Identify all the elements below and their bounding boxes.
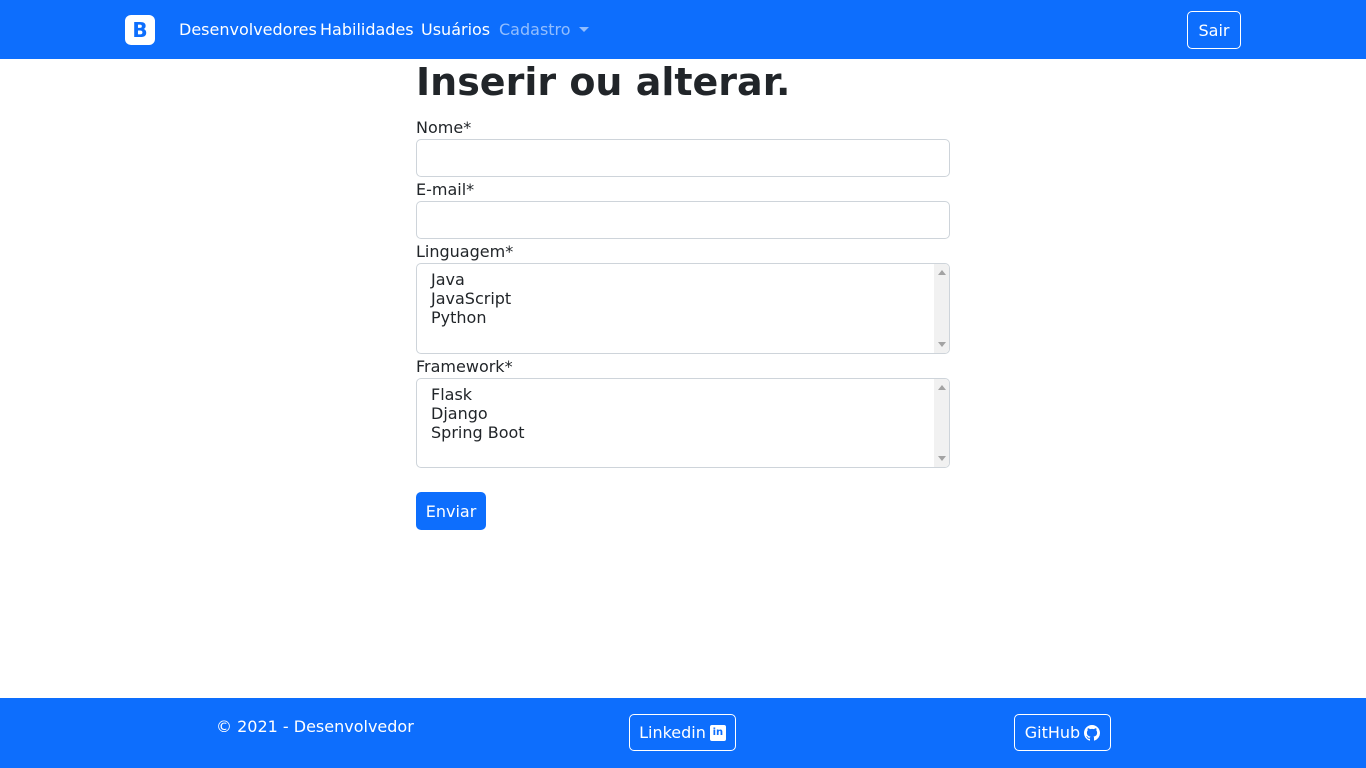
nav-link-usuarios[interactable]: Usuários	[421, 20, 490, 39]
nav-link-habilidades[interactable]: Habilidades	[320, 20, 414, 39]
email-field[interactable]	[416, 201, 950, 239]
page-title: Inserir ou alterar.	[416, 60, 791, 104]
framework-option-django[interactable]: Django	[417, 404, 949, 423]
framework-option-flask[interactable]: Flask	[417, 385, 949, 404]
linkedin-icon: in	[709, 724, 726, 741]
scroll-up-icon[interactable]	[938, 270, 946, 275]
github-icon	[1084, 724, 1101, 741]
framework-scrollbar[interactable]	[934, 379, 949, 467]
language-scrollbar[interactable]	[934, 264, 949, 353]
name-label: Nome*	[416, 118, 472, 137]
github-button[interactable]: GitHub	[1014, 714, 1111, 751]
submit-button[interactable]: Enviar	[416, 492, 486, 530]
scroll-down-icon[interactable]	[938, 342, 946, 347]
scroll-up-icon[interactable]	[938, 385, 946, 390]
framework-option-spring-boot[interactable]: Spring Boot	[417, 423, 949, 442]
caret-down-icon	[578, 27, 589, 32]
email-label: E-mail*	[416, 180, 475, 199]
brand-logo[interactable]: B	[125, 15, 155, 45]
nav-dropdown-cadastro[interactable]: Cadastro	[499, 20, 589, 39]
github-label: GitHub	[1024, 723, 1081, 742]
copyright-text: © 2021 - Desenvolvedor	[216, 717, 414, 736]
language-select[interactable]: Java JavaScript Python	[416, 263, 950, 354]
name-field[interactable]	[416, 139, 950, 177]
navbar: B Desenvolvedores Habilidades Usuários C…	[0, 0, 1366, 59]
language-option-java[interactable]: Java	[417, 270, 949, 289]
linkedin-label: Linkedin	[639, 723, 706, 742]
language-option-javascript[interactable]: JavaScript	[417, 289, 949, 308]
nav-link-desenvolvedores[interactable]: Desenvolvedores	[179, 20, 317, 39]
framework-select[interactable]: Flask Django Spring Boot	[416, 378, 950, 468]
scroll-down-icon[interactable]	[938, 456, 946, 461]
framework-label: Framework*	[416, 357, 513, 376]
footer: © 2021 - Desenvolvedor Linkedin in GitHu…	[0, 698, 1366, 768]
language-option-python[interactable]: Python	[417, 308, 949, 327]
logout-button[interactable]: Sair	[1187, 11, 1241, 49]
linkedin-button[interactable]: Linkedin in	[629, 714, 736, 751]
nav-dropdown-label: Cadastro	[499, 20, 571, 39]
language-label: Linguagem*	[416, 242, 514, 261]
